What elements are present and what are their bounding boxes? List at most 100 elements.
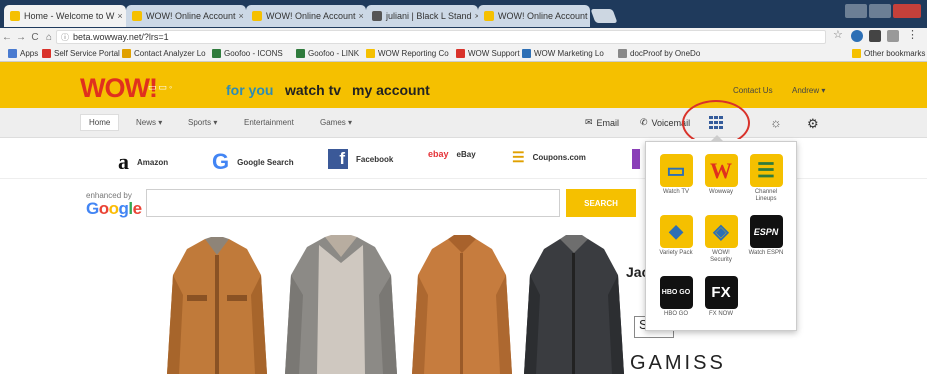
settings-gear-icon[interactable]: ⚙ <box>807 116 819 132</box>
bookmark-apps[interactable]: Apps <box>8 49 38 58</box>
tag-icon: ◆ <box>659 215 693 248</box>
app-wowway[interactable]: W Wowway <box>701 154 741 196</box>
amazon-logo-icon: a <box>118 149 129 174</box>
product-image-black-jacket[interactable] <box>522 235 626 374</box>
url-input[interactable]: ⓘ beta.wowway.net/?lrs=1 <box>56 30 826 44</box>
brand-name: GAMISS <box>630 352 726 374</box>
google-wordmark: Google <box>86 199 142 218</box>
subnav-news[interactable]: News ▾ <box>136 118 162 127</box>
quicklink-coupons[interactable]: ☰ Coupons.com <box>512 149 586 166</box>
enhanced-by-google: enhanced by Google <box>86 191 142 218</box>
app-watch-tv[interactable]: ▭ Watch TV <box>656 154 696 196</box>
bookmark-contact-analyzer[interactable]: Contact Analyzer Lo <box>122 49 206 58</box>
browser-window: { "tabs": [ {"label": "Home - Welcome to… <box>0 0 927 374</box>
weather-sun-icon[interactable]: ☼ <box>770 115 782 130</box>
app-watch-espn[interactable]: ESPN Watch ESPN <box>746 215 786 257</box>
tab-label: juliani | Black L Stand <box>386 11 472 21</box>
home-icon[interactable]: ⌂ <box>42 32 56 43</box>
bookmark-favicon-icon <box>456 49 465 58</box>
bookmarks-bar: Apps Self Service Portal Contact Analyze… <box>0 46 927 62</box>
app-fx-now[interactable]: FX FX NOW <box>701 276 741 318</box>
bookmark-label: Goofoo - LINK <box>308 49 360 58</box>
wow-favicon-icon <box>252 11 262 21</box>
tab-wow-account-1[interactable]: WOW! Online Account × <box>126 5 246 27</box>
quicklink-google[interactable]: G Google Search <box>212 149 294 175</box>
tab-home[interactable]: Home - Welcome to W × <box>4 5 126 27</box>
bookmark-self-service[interactable]: Self Service Portal <box>42 49 120 58</box>
logo-dots-icon: ▭▭◦ <box>148 82 175 92</box>
subnav-home[interactable]: Home <box>80 114 120 131</box>
quicklink-label: Google Search <box>237 157 294 167</box>
back-arrow-icon[interactable]: ← <box>0 32 14 43</box>
hbo-go-logo-icon: HBO GO <box>659 276 693 309</box>
bookmark-wow-marketing[interactable]: WOW Marketing Lo <box>522 49 604 58</box>
reload-icon[interactable]: C <box>28 32 42 43</box>
bookmark-other[interactable]: Other bookmarks <box>852 49 925 58</box>
close-window-button[interactable] <box>893 4 921 18</box>
tab-wow-account-2[interactable]: WOW! Online Account × <box>246 5 366 27</box>
fx-logo-icon: FX <box>704 276 738 309</box>
nav-for-you[interactable]: for you <box>226 82 273 98</box>
coupons-logo-icon: ☰ <box>512 149 525 165</box>
partial-logo-icon <box>632 149 640 169</box>
app-channel-lineups[interactable]: ☰ Channel Lineups <box>746 154 786 203</box>
nav-watch-tv[interactable]: watch tv <box>285 82 341 98</box>
app-label: Watch ESPN <box>748 250 784 256</box>
bookmark-label: Goofoo - ICONS <box>224 49 283 58</box>
wow-logo[interactable]: WOW! <box>80 75 158 102</box>
folder-icon <box>852 49 861 58</box>
email-link[interactable]: ✉ Email <box>585 117 619 128</box>
product-image-camel-jacket[interactable] <box>410 235 514 374</box>
extension-icon[interactable] <box>887 30 899 42</box>
bookmark-wow-support[interactable]: WOW Support <box>456 49 520 58</box>
search-input[interactable] <box>146 189 560 217</box>
wow-favicon-icon <box>484 11 494 21</box>
minimize-button[interactable] <box>845 4 867 18</box>
star-icon[interactable]: ☆ <box>833 28 845 41</box>
bookmark-favicon-icon <box>618 49 627 58</box>
new-tab-button[interactable] <box>590 9 618 23</box>
product-image-grey-jacket[interactable] <box>281 235 401 374</box>
search-button[interactable]: SEARCH <box>566 189 636 217</box>
page-info-icon[interactable]: ⓘ <box>61 32 69 44</box>
extension-icon[interactable] <box>851 30 863 42</box>
subnav-entertainment[interactable]: Entertainment <box>244 118 294 127</box>
site-header: WOW! ▭▭◦ for you watch tv my account Con… <box>0 62 927 108</box>
app-variety-pack[interactable]: ◆ Variety Pack <box>656 215 696 257</box>
close-tab-icon[interactable]: × <box>114 11 122 21</box>
bookmark-label: Apps <box>20 49 39 58</box>
forward-arrow-icon[interactable]: → <box>14 32 28 43</box>
bookmark-label: WOW Marketing Lo <box>534 49 604 58</box>
tab-label: WOW! Online Account <box>146 11 236 21</box>
url-text: beta.wowway.net/?lrs=1 <box>73 32 169 42</box>
tab-wow-account-3[interactable]: WOW! Online Account × <box>478 5 590 27</box>
subnav-games[interactable]: Games ▾ <box>320 118 352 127</box>
menu-dots-icon[interactable]: ⋮ <box>907 28 919 41</box>
product-image-tan-jacket[interactable] <box>165 235 269 374</box>
close-tab-icon[interactable]: × <box>236 11 244 21</box>
user-menu[interactable]: Andrew ▾ <box>792 86 825 95</box>
quicklink-amazon[interactable]: a Amazon <box>118 149 168 175</box>
maximize-button[interactable] <box>869 4 891 18</box>
envelope-icon: ✉ <box>585 117 593 127</box>
app-hbo-go[interactable]: HBO GO HBO GO <box>656 276 696 318</box>
close-tab-icon[interactable]: × <box>588 11 590 21</box>
bookmark-wow-reporting[interactable]: WOW Reporting Co <box>366 49 449 58</box>
bookmark-favicon-icon <box>366 49 375 58</box>
subnav-sports[interactable]: Sports ▾ <box>188 118 217 127</box>
app-wow-security[interactable]: ◈ WOW! Security <box>701 215 741 264</box>
close-tab-icon[interactable]: × <box>356 11 364 21</box>
quicklink-ebay[interactable]: ebay eBay <box>428 149 476 159</box>
extension-icon[interactable] <box>869 30 881 42</box>
bookmark-goofoo-icons[interactable]: Goofoo - ICONS <box>212 49 283 58</box>
tab-label: WOW! Online Account <box>266 11 356 21</box>
tab-label: Home - Welcome to W <box>24 11 115 21</box>
nav-my-account[interactable]: my account <box>352 82 430 98</box>
contact-us-link[interactable]: Contact Us <box>733 86 773 95</box>
tab-juliani[interactable]: juliani | Black L Stand × <box>366 5 478 27</box>
bookmark-favicon-icon <box>122 49 131 58</box>
bookmark-docproof[interactable]: docProof by OneDo <box>618 49 700 58</box>
bookmark-goofoo-link[interactable]: Goofoo - LINK <box>296 49 359 58</box>
bookmark-label: Contact Analyzer Lo <box>134 49 206 58</box>
quicklink-facebook[interactable]: f Facebook <box>328 149 393 169</box>
